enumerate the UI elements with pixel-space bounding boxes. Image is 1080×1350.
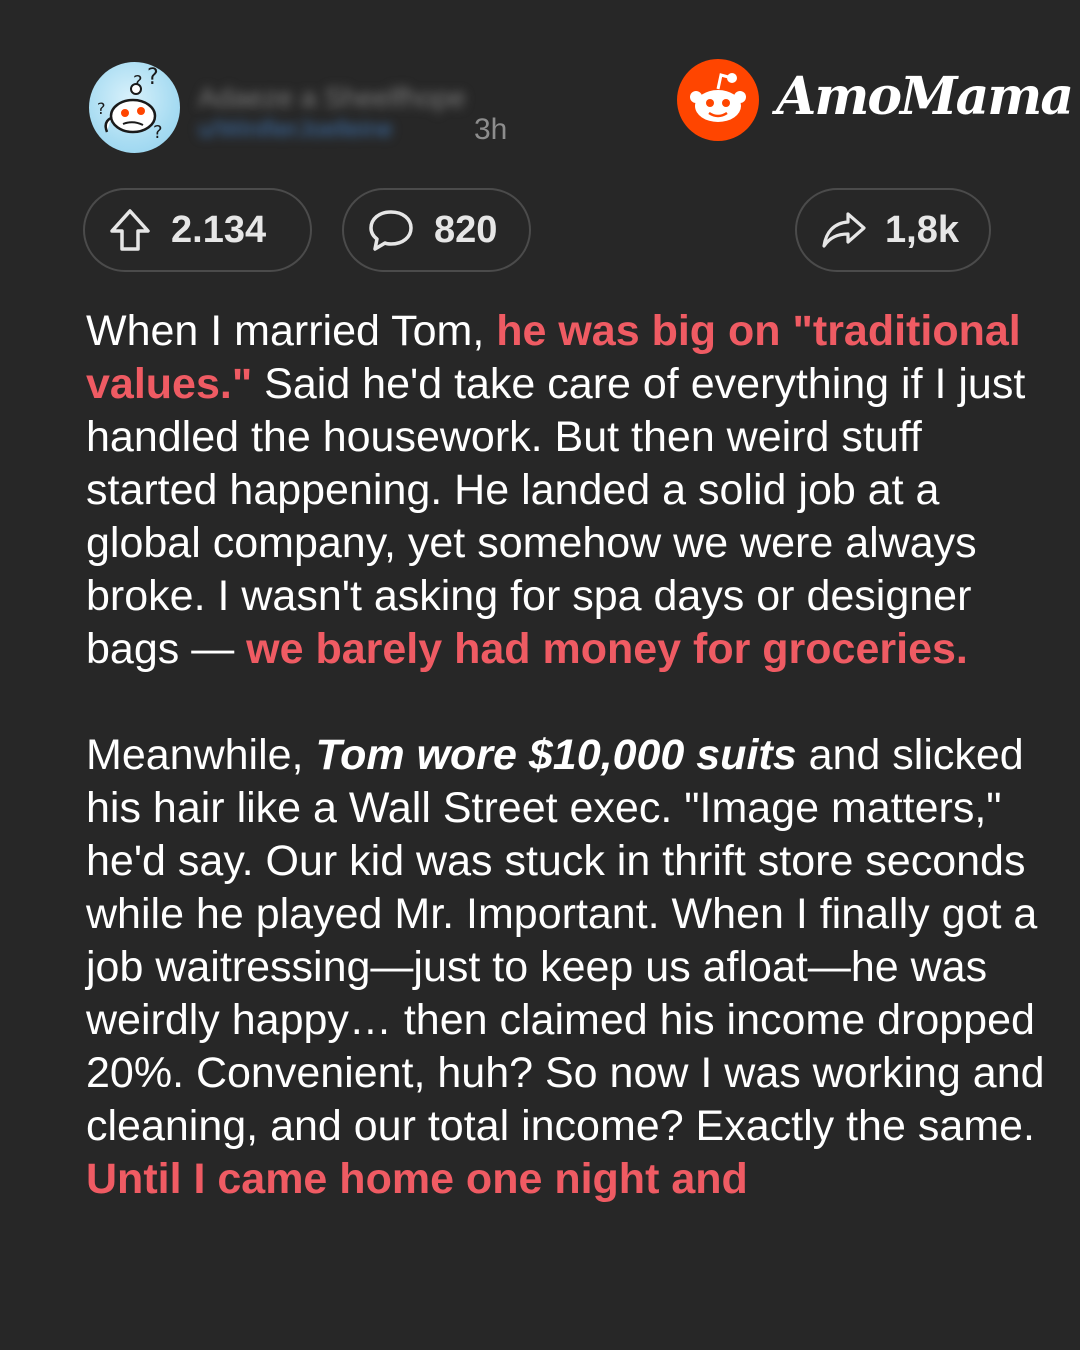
story-paragraph-2: Meanwhile, Tom wore $10,000 suits and sl… xyxy=(86,729,1046,1206)
post-author[interactable]: Adaeze a Sheelfhope u/WinifierJoelleine xyxy=(196,80,466,148)
user-handle[interactable]: u/WinifierJoelleine xyxy=(198,116,393,144)
upvote-count: 2.134 xyxy=(171,208,267,251)
story-text: Meanwhile, xyxy=(86,731,316,779)
story-highlight: Until I came home one night and xyxy=(86,1155,748,1203)
svg-text:?: ? xyxy=(153,122,163,143)
comment-count: 820 xyxy=(434,208,498,251)
comments-button[interactable]: 820 xyxy=(342,188,531,272)
share-button[interactable]: 1,8k xyxy=(795,188,991,272)
svg-text:?: ? xyxy=(97,99,106,118)
story-text: When I married Tom, xyxy=(86,307,497,355)
story-emphasis: Tom wore $10,000 suits xyxy=(315,731,797,779)
user-avatar[interactable]: ? ? ? ? xyxy=(89,62,180,153)
upvote-button[interactable]: 2.134 xyxy=(83,188,312,272)
story-paragraph-1: When I married Tom, he was big on "tradi… xyxy=(86,305,1046,676)
post-timestamp: 3h xyxy=(474,113,508,146)
brand-logo-text: AmoMama xyxy=(776,66,1074,127)
comment-bubble-icon xyxy=(369,210,413,251)
reddit-logo-icon xyxy=(677,59,759,141)
confused-snoo-icon: ? ? ? ? xyxy=(97,65,163,143)
username[interactable]: Adaeze a Sheelfhope xyxy=(198,82,466,114)
post-body: When I married Tom, he was big on "tradi… xyxy=(86,305,1046,1259)
story-text: and slicked his hair like a Wall Street … xyxy=(86,731,1045,1150)
share-count: 1,8k xyxy=(885,208,959,251)
share-arrow-icon xyxy=(822,212,866,248)
svg-text:?: ? xyxy=(147,65,159,90)
upvote-arrow-icon xyxy=(110,209,150,251)
story-highlight: we barely had money for groceries. xyxy=(246,625,968,673)
